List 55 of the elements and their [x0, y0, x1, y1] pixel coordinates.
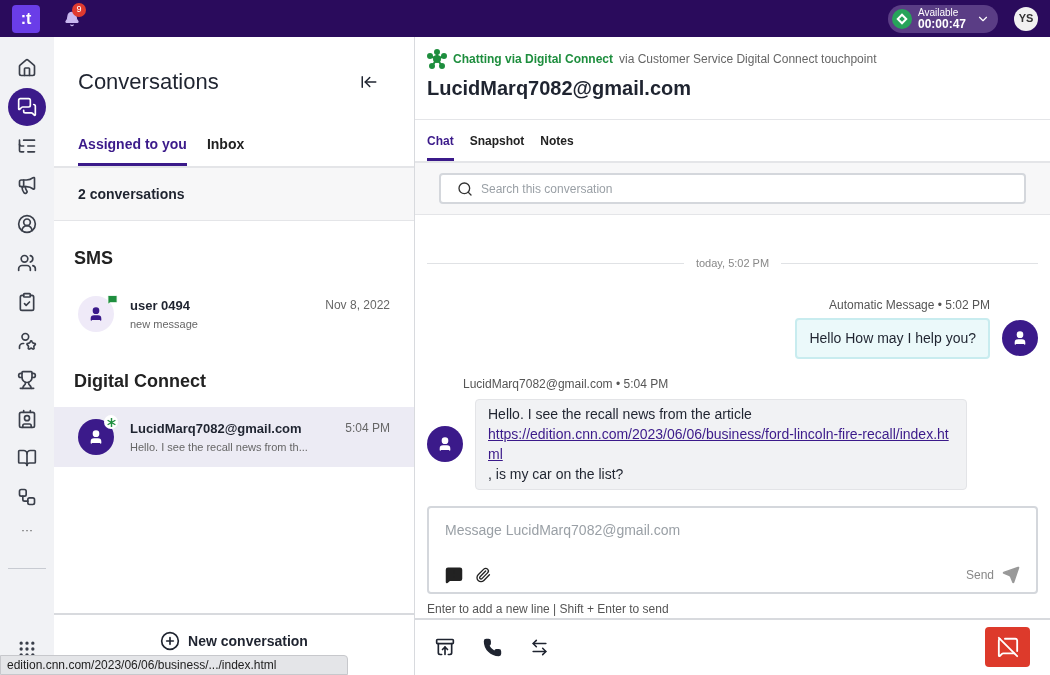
status-label: Available — [917, 7, 960, 18]
notification-count: 9 — [72, 2, 86, 17]
end-chat-button[interactable] — [985, 627, 1030, 668]
person-icon — [88, 306, 104, 322]
message-bubble: Hello. I see the recall news from the article https://edition.cnn.com/2023/06/06/business/ford-lincoln-fire-recall/index.html , is my car on the list? — [475, 398, 967, 490]
asterisk-badge-icon — [104, 415, 118, 429]
conversation-time: Nov 8, 2022 — [325, 297, 390, 314]
date-divider: today, 5:02 PM — [695, 256, 770, 271]
message-meta: LucidMarq7082@gmail.com • 5:04 PM — [463, 375, 670, 393]
tab[interactable]: Notes — [540, 132, 574, 161]
conversation-item[interactable]: LucidMarq7082@gmail.com Hello. I see the recall news from th... 5:04 PM — [54, 407, 414, 467]
article-link[interactable]: https://edition.cnn.com/2023/06/06/business/ford-lincoln-fire-recall/index.html — [488, 423, 954, 465]
message-bubble: Hello How may I help you? — [795, 317, 990, 359]
notification-bell-icon[interactable] — [64, 10, 80, 27]
transfer-icon[interactable] — [530, 637, 549, 657]
conversation-preview: Hello. I see the recall news from th... — [130, 439, 309, 455]
send-icon — [1002, 565, 1020, 584]
send-button[interactable]: Send — [965, 565, 1020, 584]
message-meta: Automatic Message • 5:02 PM — [829, 296, 990, 314]
tab[interactable]: Snapshot — [469, 132, 525, 161]
quick-reply-icon[interactable] — [445, 565, 463, 584]
message-badge-icon — [107, 294, 118, 305]
app-logo[interactable]: :t — [12, 4, 40, 33]
panel-title: Conversations — [78, 68, 219, 96]
conversation-name: LucidMarq7082@gmail.com — [130, 420, 303, 438]
group-heading: SMS — [73, 247, 114, 270]
channel-label: Chatting via Digital Connect — [453, 51, 613, 68]
conversation-count: 2 conversations — [78, 186, 185, 202]
search-field[interactable]: Search this conversation — [439, 173, 1026, 204]
message-input[interactable]: Message LucidMarq7082@gmail.com — [445, 519, 1020, 541]
contact-title: LucidMarq7082@gmail.com — [427, 76, 693, 101]
diamond-status-icon — [891, 8, 912, 29]
tab[interactable]: Inbox — [206, 134, 245, 166]
search-icon — [457, 180, 473, 197]
composer-hint: Enter to add a new line | Shift + Enter to send — [427, 600, 670, 618]
status-selector[interactable]: Available 00:00:47 — [887, 4, 998, 33]
attachment-icon[interactable] — [475, 566, 491, 583]
nav-button[interactable] — [8, 88, 46, 126]
person-icon — [88, 429, 104, 445]
more-nav[interactable]: ··· — [21, 521, 33, 539]
group-heading: Digital Connect — [73, 370, 207, 393]
person-icon — [1012, 330, 1028, 346]
conversation-preview: new message — [130, 316, 199, 332]
touchpoint-label: via Customer Service Digital Connect touchpoint — [619, 51, 877, 68]
conversation-name: user 0494 — [130, 297, 191, 315]
network-icon — [427, 49, 447, 69]
person-icon — [437, 436, 453, 453]
plus-circle-icon — [160, 631, 181, 651]
inbox-download-icon[interactable] — [435, 637, 455, 658]
end-chat-icon — [996, 636, 1019, 659]
link-status-tooltip: edition.cnn.com/2023/06/06/business/.../index.html — [0, 655, 348, 675]
status-timer: 00:00:47 — [917, 17, 966, 30]
phone-icon[interactable] — [483, 637, 502, 657]
conversation-time: 5:04 PM — [345, 420, 390, 437]
user-avatar[interactable]: YS — [1014, 6, 1038, 31]
